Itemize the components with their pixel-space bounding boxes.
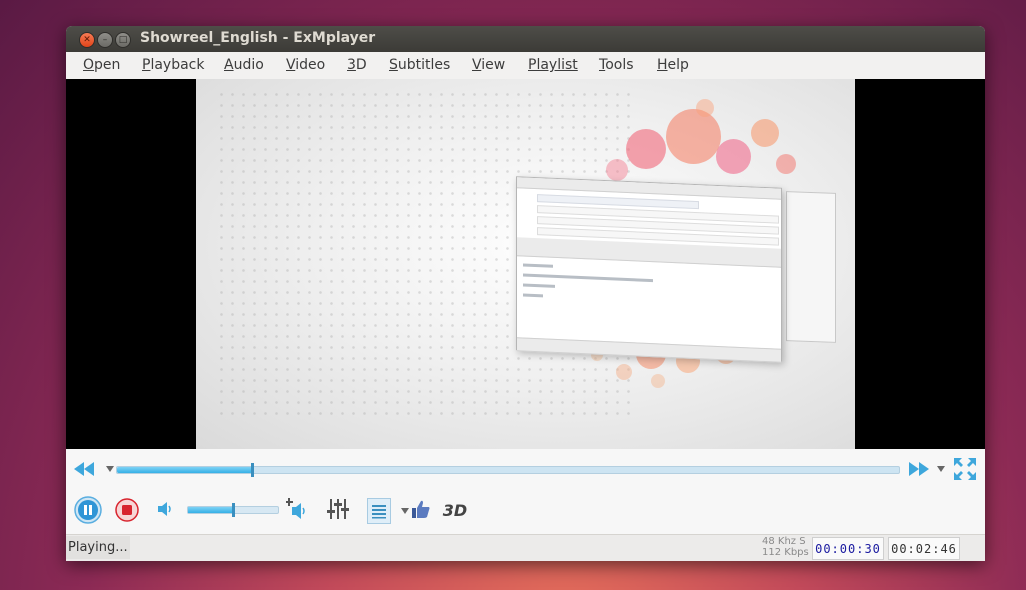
- volume-boost-icon[interactable]: [286, 497, 310, 521]
- video-mock-window-back: [786, 191, 836, 343]
- close-window-button[interactable]: ✕: [79, 32, 95, 48]
- seek-handle[interactable]: [250, 463, 254, 477]
- rewind-icon[interactable]: [74, 461, 94, 477]
- bubble: [606, 159, 628, 181]
- menu-audio[interactable]: Audio: [224, 57, 264, 73]
- bubble: [651, 374, 665, 388]
- menu-help[interactable]: Help: [657, 57, 689, 73]
- titlebar: ✕ – □ Showreel_English - ExMplayer: [66, 26, 985, 52]
- menu-tools[interactable]: Tools: [599, 57, 634, 73]
- thumbs-up-icon[interactable]: [410, 498, 432, 520]
- mock-text: [523, 273, 653, 283]
- mock-text: [523, 263, 553, 268]
- volume-level: [188, 507, 233, 513]
- bubble: [616, 364, 632, 380]
- video-area[interactable]: [66, 79, 985, 449]
- bubble: [776, 154, 796, 174]
- seek-row: [66, 449, 985, 489]
- mock-text: [523, 293, 543, 298]
- total-time: 00:02:46: [888, 537, 960, 560]
- equalizer-icon[interactable]: [327, 498, 349, 520]
- volume-slider[interactable]: [187, 503, 279, 517]
- bubble: [666, 109, 721, 164]
- window-title: Showreel_English - ExMplayer: [140, 30, 376, 46]
- menu-subtitles[interactable]: Subtitles: [389, 57, 450, 73]
- current-time: 00:00:30: [812, 537, 884, 560]
- video-frame: [196, 79, 855, 449]
- fullscreen-icon[interactable]: [954, 458, 976, 480]
- bubble: [626, 129, 666, 169]
- audio-rate: 48 Khz S: [762, 536, 806, 547]
- 3d-button[interactable]: 3D: [440, 500, 470, 520]
- status-bar: Playing... 48 Khz S 112 Kbps 00:00:30 00…: [66, 534, 985, 561]
- menubar: Open Playback Audio Video 3D Subtitles V…: [66, 52, 985, 80]
- menu-3d[interactable]: 3D: [347, 57, 367, 73]
- seek-progress: [117, 467, 252, 473]
- transport-row: 3D: [66, 489, 985, 534]
- menu-view[interactable]: View: [472, 57, 505, 73]
- bubble: [751, 119, 779, 147]
- chevron-down-icon[interactable]: [400, 507, 410, 515]
- maximize-window-button[interactable]: □: [115, 32, 131, 48]
- pause-button[interactable]: [74, 496, 102, 524]
- player-window: ✕ – □ Showreel_English - ExMplayer Open …: [66, 26, 985, 561]
- bubble: [696, 99, 714, 117]
- menu-playlist[interactable]: Playlist: [528, 57, 578, 73]
- playback-status: Playing...: [66, 536, 130, 559]
- playlist-icon[interactable]: [367, 498, 391, 524]
- seek-bar[interactable]: [116, 463, 900, 477]
- menu-video[interactable]: Video: [286, 57, 325, 73]
- audio-bitrate: 112 Kbps: [762, 547, 809, 558]
- mock-text: [523, 283, 555, 288]
- menu-open[interactable]: Open: [83, 57, 120, 73]
- volume-handle[interactable]: [232, 503, 235, 517]
- chevron-down-icon[interactable]: [105, 464, 115, 474]
- stop-button[interactable]: [115, 498, 139, 522]
- bubble: [716, 139, 751, 174]
- chevron-down-icon[interactable]: [936, 464, 946, 474]
- audio-info: 48 Khz S 112 Kbps: [762, 536, 809, 558]
- minimize-window-button[interactable]: –: [97, 32, 113, 48]
- menu-playback[interactable]: Playback: [142, 57, 204, 73]
- video-mock-email-window: [516, 176, 782, 363]
- volume-icon[interactable]: [158, 501, 174, 517]
- fast-forward-icon[interactable]: [909, 461, 929, 477]
